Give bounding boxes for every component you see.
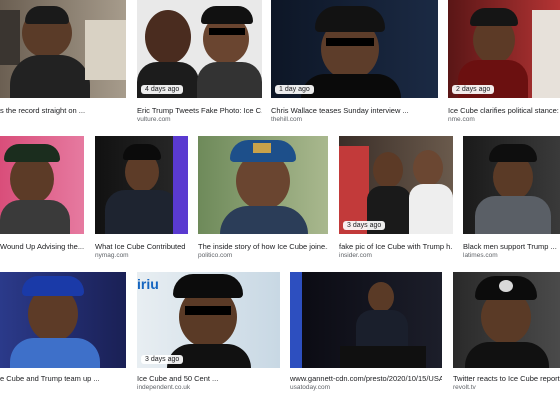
result-source[interactable]: nme.com (448, 116, 560, 124)
result-thumbnail[interactable] (0, 136, 84, 234)
result-source[interactable]: latimes.com (463, 252, 560, 260)
image-result-12[interactable]: www.gannett-cdn.com/presto/2020/10/15/US… (290, 272, 442, 400)
result-title[interactable]: Twitter reacts to Ice Cube reported... (453, 374, 560, 383)
logo-text-icon: iriu (137, 276, 159, 292)
image-result-11[interactable]: iriu 3 days ago Ice Cube and 50 Cent ...… (137, 272, 280, 400)
result-thumbnail[interactable] (453, 272, 560, 368)
result-thumbnail[interactable]: 3 days ago (339, 136, 453, 234)
result-thumbnail[interactable] (198, 136, 328, 234)
image-result-10[interactable]: e Cube and Trump team up ... (0, 272, 126, 400)
result-source[interactable]: thehill.com (271, 116, 438, 124)
result-source[interactable]: usatoday.com (290, 384, 442, 392)
result-source[interactable]: insider.com (339, 252, 453, 260)
image-result-3[interactable]: 1 day ago Chris Wallace teases Sunday in… (271, 0, 438, 128)
result-title[interactable]: The inside story of how Ice Cube joine..… (198, 242, 328, 251)
image-result-6[interactable]: What Ice Cube Contributed ... nymag.com (95, 136, 188, 264)
image-result-9[interactable]: Black men support Trump ... latimes.com (463, 136, 560, 264)
result-title[interactable]: Ice Cube and 50 Cent ... (137, 374, 280, 383)
result-thumbnail[interactable] (0, 0, 126, 98)
result-thumbnail[interactable]: 2 days ago (448, 0, 560, 98)
time-badge: 1 day ago (275, 85, 314, 94)
result-thumbnail[interactable] (0, 272, 126, 368)
result-title[interactable]: Ice Cube clarifies political stance: "I … (448, 106, 560, 115)
image-result-2[interactable]: 4 days ago Eric Trump Tweets Fake Photo:… (137, 0, 262, 128)
result-thumbnail[interactable]: iriu 3 days ago (137, 272, 280, 368)
result-title[interactable]: www.gannett-cdn.com/presto/2020/10/15/US… (290, 374, 442, 383)
result-title[interactable]: Wound Up Advising the... (0, 242, 84, 251)
result-thumbnail[interactable]: 1 day ago (271, 0, 438, 98)
result-title[interactable]: Chris Wallace teases Sunday interview ..… (271, 106, 438, 115)
image-result-4[interactable]: 2 days ago Ice Cube clarifies political … (448, 0, 560, 128)
result-thumbnail[interactable] (95, 136, 188, 234)
result-source[interactable]: independent.co.uk (137, 384, 280, 392)
result-source[interactable]: revolt.tv (453, 384, 560, 392)
image-result-8[interactable]: 3 days ago fake pic of Ice Cube with Tru… (339, 136, 453, 264)
time-badge: 2 days ago (452, 85, 495, 94)
result-title[interactable]: Black men support Trump ... (463, 242, 560, 251)
time-badge: 4 days ago (141, 85, 184, 94)
result-thumbnail[interactable] (463, 136, 560, 234)
image-result-5[interactable]: Wound Up Advising the... (0, 136, 84, 264)
image-result-1[interactable]: s the record straight on ... (0, 0, 126, 128)
result-source[interactable]: nymag.com (95, 252, 188, 260)
result-title[interactable]: fake pic of Ice Cube with Trump h... (339, 242, 453, 251)
result-source[interactable]: vulture.com (137, 116, 262, 124)
result-source[interactable]: politico.com (198, 252, 328, 260)
result-thumbnail[interactable] (290, 272, 442, 368)
result-title[interactable]: Eric Trump Tweets Fake Photo: Ice C... (137, 106, 262, 115)
time-badge: 3 days ago (343, 221, 386, 230)
result-title[interactable]: What Ice Cube Contributed ... (95, 242, 188, 251)
image-result-13[interactable]: Twitter reacts to Ice Cube reported... r… (453, 272, 560, 400)
image-result-7[interactable]: The inside story of how Ice Cube joine..… (198, 136, 328, 264)
time-badge: 3 days ago (141, 355, 184, 364)
result-title[interactable]: e Cube and Trump team up ... (0, 374, 126, 383)
result-thumbnail[interactable]: 4 days ago (137, 0, 262, 98)
result-title[interactable]: s the record straight on ... (0, 106, 126, 115)
